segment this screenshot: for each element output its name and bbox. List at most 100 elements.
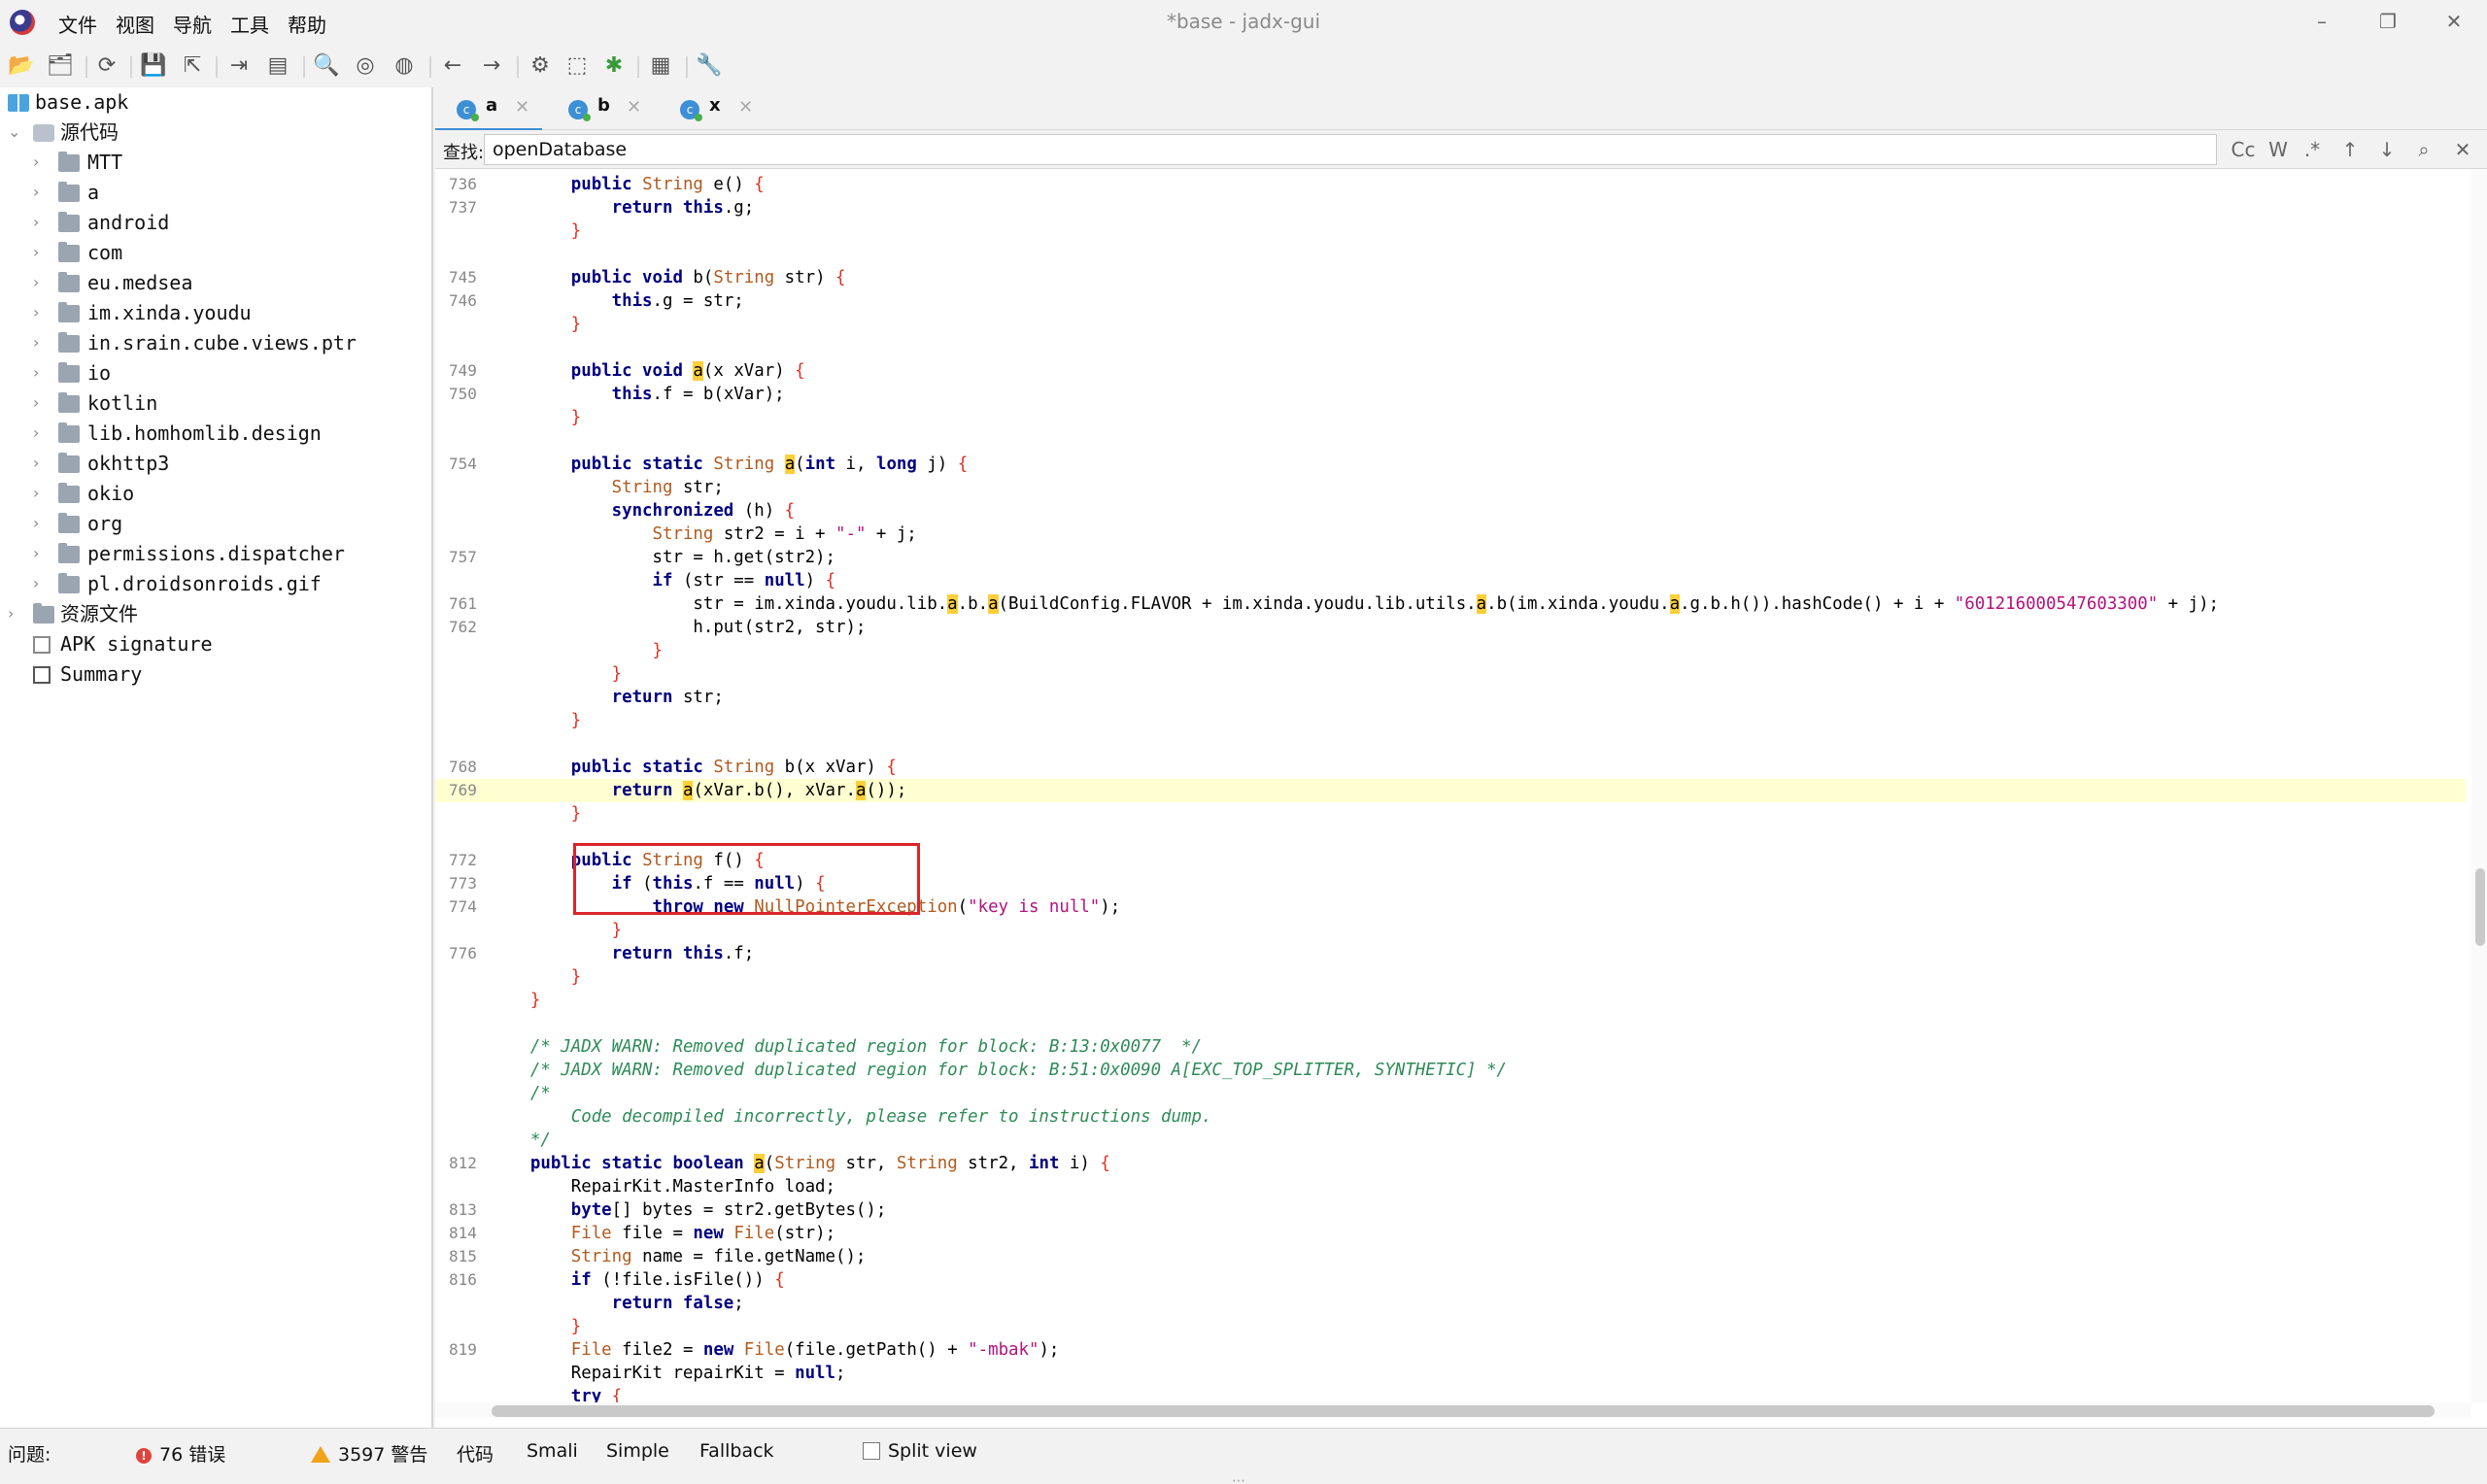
tree-item-package[interactable]: › com — [0, 238, 427, 268]
close-tab-icon[interactable]: ✕ — [738, 97, 753, 118]
sync-icon[interactable]: ⇥ — [225, 52, 253, 80]
tab-class-x[interactable]: c x ✕ — [659, 87, 766, 130]
tab-fallback-view[interactable]: Fallback — [699, 1440, 774, 1462]
tree-item-apk[interactable]: base.apk — [0, 87, 427, 118]
export-icon[interactable]: ⇱ — [179, 52, 206, 80]
chevron-down-icon[interactable]: ⌄ — [8, 124, 23, 140]
tab-smali-view[interactable]: Smali — [527, 1440, 578, 1462]
tab-simple-view[interactable]: Simple — [606, 1440, 669, 1462]
tree-item-package[interactable]: › a — [0, 178, 427, 208]
folder-icon — [58, 392, 80, 413]
refresh-icon[interactable]: ⟳ — [93, 52, 120, 80]
deobfuscation-icon[interactable]: ⚙ — [527, 52, 554, 80]
summary-icon — [33, 666, 51, 684]
back-icon[interactable]: ← — [439, 52, 466, 80]
restore-button[interactable]: ❐ — [2368, 6, 2407, 37]
preferences-icon[interactable]: 🔧 — [696, 52, 723, 80]
search-options-icon[interactable]: ⌕ — [2411, 136, 2436, 163]
close-tab-icon[interactable]: ✕ — [627, 97, 641, 118]
toolbar: 📂 🗂 ⟳ 💾 ⇱ ⇥ ▤ 🔍 ◎ ◍ ← → ⚙ ⬚ ✱ ▦ 🔧 — [0, 45, 2487, 87]
chevron-right-icon[interactable]: › — [33, 486, 49, 501]
tree-item-label: MTT — [87, 151, 123, 174]
tree-item-package[interactable]: › kotlin — [0, 388, 427, 419]
chevron-right-icon[interactable]: › — [33, 154, 49, 170]
log-icon[interactable]: ▦ — [647, 52, 674, 80]
code-line: 746 this.g = str; — [449, 291, 744, 311]
chevron-right-icon[interactable]: › — [33, 365, 49, 381]
code-line: 819 File file2 = new File(file.getPath()… — [449, 1340, 1060, 1360]
errors-count[interactable]: ! 76 错误 — [136, 1440, 225, 1467]
tree-item-signature[interactable]: APK signature — [0, 629, 427, 659]
project-tree[interactable]: base.apk ⌄ 源代码 › MTT › a › android › com… — [0, 87, 433, 1428]
code-line: 749 public void a(x xVar) { — [449, 361, 805, 381]
vertical-scrollbar[interactable] — [2471, 169, 2487, 1402]
close-button[interactable]: ✕ — [2435, 6, 2473, 37]
chevron-right-icon[interactable]: › — [33, 305, 49, 320]
split-view-checkbox[interactable] — [863, 1442, 880, 1460]
tree-item-source[interactable]: ⌄ 源代码 — [0, 118, 427, 148]
match-case-toggle[interactable]: Cc — [2229, 136, 2258, 163]
code-line: } — [529, 991, 541, 1010]
folder-icon — [58, 182, 80, 202]
tree-item-package[interactable]: › lib.homhomlib.design — [0, 419, 427, 449]
minimize-button[interactable]: – — [2302, 6, 2341, 37]
find-usage-icon[interactable]: ◎ — [352, 52, 379, 80]
toolbar-separator — [517, 56, 519, 78]
horizontal-scrollbar[interactable] — [435, 1402, 2471, 1418]
status-bar: 问题: ! 76 错误 3597 警告 代码 Smali Simple Fallb… — [0, 1428, 2487, 1484]
chevron-right-icon[interactable]: › — [33, 516, 49, 531]
chevron-right-icon[interactable]: › — [33, 425, 49, 441]
tree-item-package[interactable]: › im.xinda.youdu — [0, 298, 427, 328]
scrollbar-thumb[interactable] — [492, 1405, 2435, 1417]
arrow-down-icon[interactable]: ↓ — [2374, 136, 2400, 163]
tree-item-package[interactable]: › MTT — [0, 148, 427, 178]
tab-code-view[interactable]: 代码 — [457, 1440, 494, 1467]
whole-word-toggle[interactable]: W — [2266, 136, 2291, 163]
arrow-up-icon[interactable]: ↑ — [2337, 136, 2363, 163]
open-icon[interactable]: 📂 — [8, 52, 35, 80]
debug-icon[interactable]: ✱ — [600, 52, 628, 80]
tree-item-resources[interactable]: › 资源文件 — [0, 599, 427, 629]
chevron-right-icon[interactable]: › — [33, 245, 49, 260]
tree-item-package[interactable]: › permissions.dispatcher — [0, 539, 427, 569]
tree-item-package[interactable]: › okhttp3 — [0, 449, 427, 479]
find-class-icon[interactable]: ◍ — [391, 52, 418, 80]
forward-icon[interactable]: → — [478, 52, 505, 80]
close-find-icon[interactable]: ✕ — [2450, 136, 2475, 163]
tree-item-package[interactable]: › io — [0, 358, 427, 388]
tree-item-package[interactable]: › android — [0, 208, 427, 238]
toolbar-separator — [429, 56, 431, 78]
chevron-right-icon[interactable]: › — [8, 606, 23, 622]
chevron-right-icon[interactable]: › — [33, 335, 49, 351]
save-icon[interactable]: 💾 — [140, 52, 167, 80]
chevron-right-icon[interactable]: › — [33, 215, 49, 230]
code-line: Code decompiled incorrectly, please refe… — [529, 1107, 1212, 1127]
chevron-right-icon[interactable]: › — [33, 395, 49, 411]
code-line: } — [570, 408, 582, 427]
quick-tabs-icon[interactable]: ⬚ — [563, 52, 591, 80]
scrollbar-thumb[interactable] — [2475, 868, 2485, 946]
tree-item-label: org — [87, 512, 123, 535]
warnings-count[interactable]: 3597 警告 — [311, 1440, 427, 1467]
find-input[interactable] — [484, 134, 2217, 165]
tree-item-summary[interactable]: Summary — [0, 659, 427, 690]
flatten-icon[interactable]: ▤ — [264, 52, 291, 80]
chevron-right-icon[interactable]: › — [33, 576, 49, 591]
tree-item-package[interactable]: › in.srain.cube.views.ptr — [0, 328, 427, 358]
tree-item-package[interactable]: › pl.droidsonroids.gif — [0, 569, 427, 599]
chevron-right-icon[interactable]: › — [33, 455, 49, 471]
close-tab-icon[interactable]: ✕ — [515, 97, 529, 118]
tree-item-package[interactable]: › okio — [0, 479, 427, 509]
chevron-right-icon[interactable]: › — [33, 546, 49, 561]
tree-item-package[interactable]: › org — [0, 509, 427, 539]
resize-grip[interactable]: ⋯ — [1232, 1473, 1247, 1484]
tab-class-b[interactable]: c b ✕ — [547, 87, 654, 130]
regex-toggle[interactable]: .* — [2299, 136, 2326, 163]
chevron-right-icon[interactable]: › — [33, 275, 49, 290]
tree-item-package[interactable]: › eu.medsea — [0, 268, 427, 298]
code-view[interactable]: 736 public String e() { 737 return this.… — [435, 169, 2471, 1402]
chevron-right-icon[interactable]: › — [33, 185, 49, 200]
add-files-icon[interactable]: 🗂 — [47, 52, 74, 80]
tab-class-a[interactable]: c a ✕ — [435, 87, 542, 131]
search-icon[interactable]: 🔍 — [313, 52, 340, 80]
